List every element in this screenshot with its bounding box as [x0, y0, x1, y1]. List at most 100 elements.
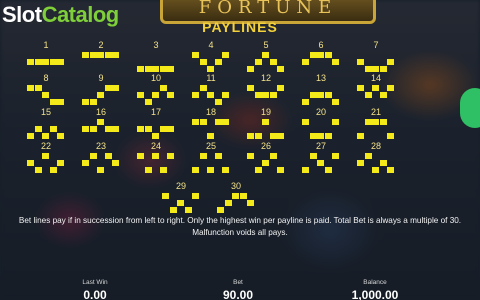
bet-label: Bet — [233, 279, 243, 286]
side-button[interactable] — [460, 88, 480, 128]
payline-cell — [277, 85, 285, 91]
payline-pattern — [137, 85, 175, 105]
payline-cell — [27, 133, 34, 139]
payline-number: 18 — [205, 107, 216, 117]
payline-cell — [199, 153, 207, 159]
payline-pattern — [247, 85, 285, 105]
payline-pattern — [357, 153, 395, 173]
payline-cell — [214, 59, 222, 65]
payline-cell — [184, 207, 192, 213]
payline-23: 23 — [81, 141, 121, 175]
payline-pattern — [192, 85, 230, 105]
payline-pattern — [192, 119, 230, 139]
payline-cell — [324, 133, 332, 139]
payline-13: 13 — [301, 73, 341, 107]
payline-cell — [27, 160, 34, 166]
payline-cell — [269, 133, 277, 139]
payline-cell — [97, 167, 105, 173]
payline-cell — [372, 119, 380, 125]
payline-cell — [27, 59, 34, 65]
payline-cell — [254, 133, 262, 139]
payline-number: 1 — [43, 40, 49, 50]
payline-number: 20 — [315, 107, 326, 117]
payline-cell — [57, 160, 65, 166]
payline-cell — [324, 92, 332, 98]
payline-cell — [27, 85, 34, 91]
payline-cell — [309, 153, 317, 159]
last-win-display: Last Win 0.00 — [40, 279, 150, 300]
payline-12: 12 — [246, 73, 286, 107]
payline-cell — [104, 85, 112, 91]
payline-number: 11 — [206, 73, 216, 83]
payline-cell — [379, 119, 387, 125]
payline-30: 30 — [216, 181, 256, 215]
payline-cell — [269, 92, 277, 98]
payline-number: 23 — [95, 141, 106, 151]
payline-cell — [357, 59, 364, 65]
payline-cell — [49, 59, 57, 65]
payline-cell — [317, 160, 325, 166]
payline-cell — [57, 99, 65, 105]
payline-number: 2 — [98, 40, 104, 50]
payline-cell — [317, 92, 325, 98]
payline-cell — [357, 85, 364, 91]
payline-cell — [159, 66, 167, 72]
payline-5: 5 — [246, 40, 286, 74]
payline-cell — [332, 99, 340, 105]
payline-cell — [159, 126, 167, 132]
payline-cell — [324, 52, 332, 58]
payline-pattern — [217, 193, 255, 213]
payline-number: 16 — [95, 107, 106, 117]
payline-number: 5 — [263, 40, 269, 50]
payline-cell — [302, 167, 309, 173]
payline-cell — [49, 167, 57, 173]
payline-18: 18 — [191, 107, 231, 141]
payline-pattern — [137, 52, 175, 72]
payline-cell — [42, 59, 50, 65]
payline-pattern — [27, 52, 65, 72]
payline-cell — [42, 153, 50, 159]
payline-cell — [222, 167, 230, 173]
payline-pattern — [357, 52, 395, 72]
payline-cell — [302, 119, 309, 125]
payline-cell — [324, 167, 332, 173]
payline-14: 14 — [356, 73, 396, 107]
payline-number: 27 — [315, 141, 326, 151]
paytable-info-text: Bet lines pay if in succession from left… — [18, 216, 462, 237]
payline-cell — [49, 99, 57, 105]
payline-number: 3 — [153, 40, 159, 50]
payline-number: 15 — [40, 107, 51, 117]
payline-cell — [207, 133, 215, 139]
payline-cell — [57, 59, 65, 65]
payline-cell — [387, 85, 395, 91]
payline-number: 17 — [150, 107, 161, 117]
payline-cell — [269, 153, 277, 159]
payline-20: 20 — [301, 107, 341, 141]
payline-15: 15 — [26, 107, 66, 141]
payline-cell — [232, 193, 240, 199]
payline-cell — [224, 200, 232, 206]
payline-cell — [57, 133, 65, 139]
payline-cell — [222, 52, 230, 58]
payline-cell — [144, 99, 152, 105]
payline-cell — [159, 167, 167, 173]
payline-cell — [372, 85, 380, 91]
payline-pattern — [82, 52, 120, 72]
payline-9: 9 — [81, 73, 121, 107]
payline-cell — [137, 153, 144, 159]
payline-cell — [207, 167, 215, 173]
payline-pattern — [302, 52, 340, 72]
payline-cell — [357, 133, 364, 139]
payline-cell — [254, 59, 262, 65]
payline-cell — [82, 126, 89, 132]
payline-cell — [387, 59, 395, 65]
payline-cell — [97, 119, 105, 125]
payline-number: 19 — [260, 107, 271, 117]
payline-pattern — [82, 119, 120, 139]
payline-cell — [167, 92, 175, 98]
payline-pattern — [247, 52, 285, 72]
payline-4: 4 — [191, 40, 231, 74]
payline-28: 28 — [356, 141, 396, 175]
payline-cell — [104, 52, 112, 58]
balance-value: 1,000.00 — [351, 288, 399, 300]
